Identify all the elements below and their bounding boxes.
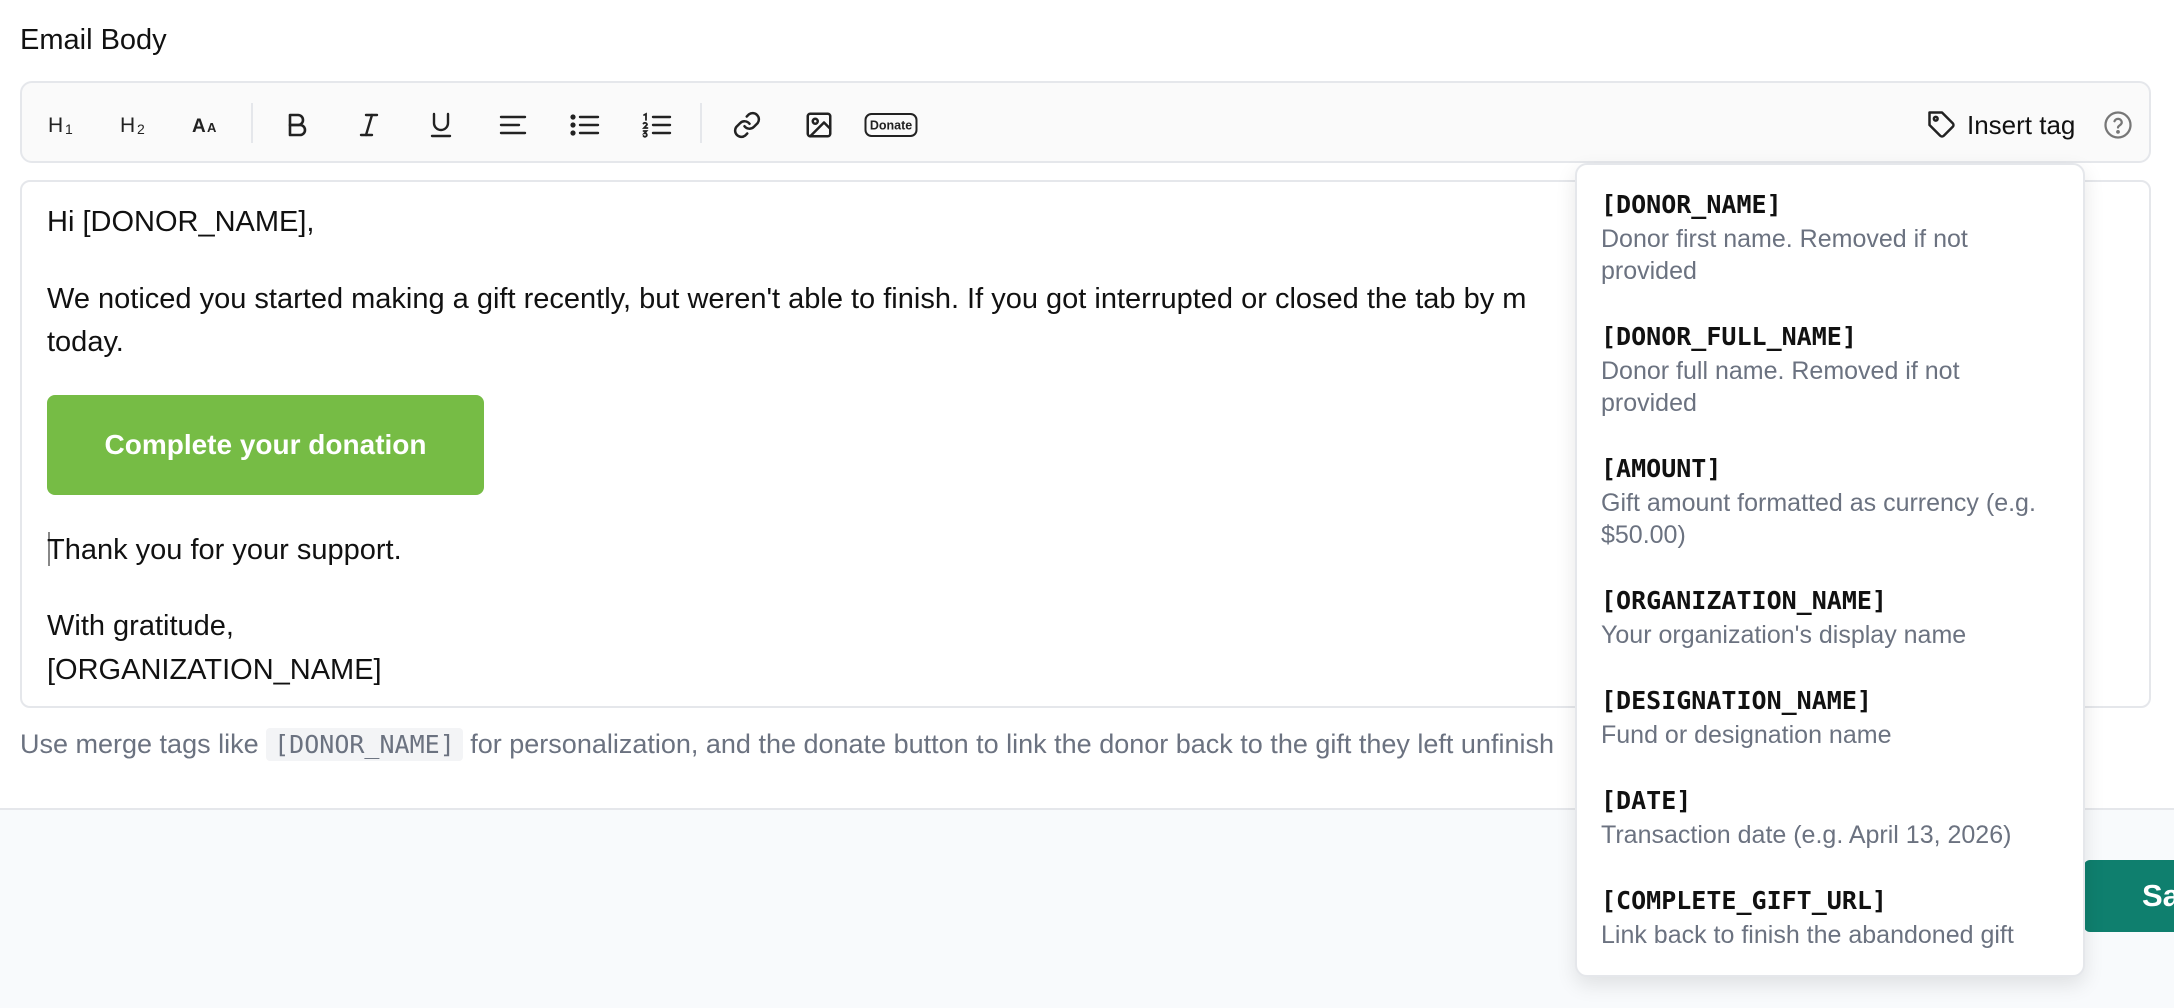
help-prefix: Use merge tags like — [20, 729, 259, 759]
bullet-list-icon[interactable] — [565, 105, 605, 145]
tag-option-donor-name[interactable]: [DONOR_NAME] Donor first name. Removed i… — [1601, 187, 2071, 287]
tag-option-designation-name[interactable]: [DESIGNATION_NAME] Fund or designation n… — [1601, 683, 2071, 751]
h1-icon[interactable]: H1 — [44, 105, 84, 145]
tag-description: Link back to finish the abandoned gift — [1601, 921, 2014, 949]
numbered-list-icon[interactable] — [637, 105, 677, 145]
donate-icon[interactable]: Donate — [863, 105, 919, 145]
tag-name: [DESIGNATION_NAME] — [1601, 686, 1872, 715]
editor-toolbar: H1 H2 AA Donate Insert tag — [20, 81, 2151, 163]
h2-icon[interactable]: H2 — [116, 105, 156, 145]
tag-name: [ORGANIZATION_NAME] — [1601, 586, 1887, 615]
tag-description: Transaction date (e.g. April 13, 2026) — [1601, 821, 2012, 849]
underline-icon[interactable] — [421, 105, 461, 145]
image-icon[interactable] — [799, 105, 839, 145]
svg-text:H: H — [48, 114, 63, 137]
tag-name: [DATE] — [1601, 786, 1692, 815]
merge-tag-help-text: Use merge tags like [DONOR_NAME] for per… — [20, 722, 1554, 767]
tag-option-date[interactable]: [DATE] Transaction date (e.g. April 13, … — [1601, 783, 2071, 851]
body-paragraph-line: We noticed you started making a gift rec… — [47, 283, 1527, 315]
tag-description: Donor full name. Removed if not provided — [1601, 357, 1960, 417]
tag-name: [DONOR_FULL_NAME] — [1601, 322, 1857, 351]
help-icon[interactable] — [2102, 109, 2134, 141]
tag-description: Donor first name. Removed if not provided — [1601, 225, 1968, 285]
signoff-line: With gratitude, — [47, 610, 234, 642]
insert-tag-button[interactable]: Insert tag — [1927, 103, 2075, 147]
organization-tag-line: [ORGANIZATION_NAME] — [47, 654, 382, 686]
greeting-line: Hi [DONOR_NAME], — [47, 206, 315, 238]
bold-icon[interactable] — [277, 105, 317, 145]
tag-description: Gift amount formatted as currency (e.g. $… — [1601, 489, 2036, 549]
tag-name: [AMOUNT] — [1601, 454, 1722, 483]
svg-text:A: A — [192, 116, 206, 137]
tag-name: [DONOR_NAME] — [1601, 190, 1782, 219]
insert-tag-dropdown: [DONOR_NAME] Donor first name. Removed i… — [1575, 163, 2085, 977]
body-paragraph-line: today. — [47, 326, 124, 358]
svg-text:A: A — [207, 120, 217, 135]
tag-icon — [1928, 111, 1955, 138]
email-body-label: Email Body — [20, 24, 167, 56]
email-editor-page: Email Body H1 H2 AA Donate Insert tag Hi… — [0, 0, 2174, 1008]
thanks-line: Thank you for your support. — [47, 534, 402, 566]
tag-option-complete-gift-url[interactable]: [COMPLETE_GIFT_URL] Link back to finish … — [1601, 883, 2071, 951]
link-icon[interactable] — [727, 105, 767, 145]
align-left-icon[interactable] — [493, 105, 533, 145]
svg-text:Donate: Donate — [870, 119, 912, 133]
tag-description: Your organization's display name — [1601, 621, 1967, 649]
tag-description: Fund or designation name — [1601, 721, 1892, 749]
tag-option-amount[interactable]: [AMOUNT] Gift amount formatted as curren… — [1601, 451, 2071, 551]
font-size-icon[interactable]: AA — [188, 105, 228, 145]
help-suffix: for personalization, and the donate butt… — [470, 729, 1554, 759]
svg-text:2: 2 — [137, 121, 145, 137]
tag-option-donor-full-name[interactable]: [DONOR_FULL_NAME] Donor full name. Remov… — [1601, 319, 2071, 419]
italic-icon[interactable] — [349, 105, 389, 145]
toolbar-divider — [700, 103, 702, 143]
help-code-chip: [DONOR_NAME] — [266, 728, 463, 761]
complete-donation-button[interactable]: Complete your donation — [47, 395, 484, 495]
svg-text:1: 1 — [65, 121, 73, 137]
insert-tag-label: Insert tag — [1967, 109, 2076, 140]
toolbar-divider — [251, 103, 253, 143]
tag-option-organization-name[interactable]: [ORGANIZATION_NAME] Your organization's … — [1601, 583, 2071, 651]
save-button[interactable]: Save — [2084, 860, 2174, 932]
tag-name: [COMPLETE_GIFT_URL] — [1601, 886, 1887, 915]
svg-text:H: H — [120, 114, 135, 137]
